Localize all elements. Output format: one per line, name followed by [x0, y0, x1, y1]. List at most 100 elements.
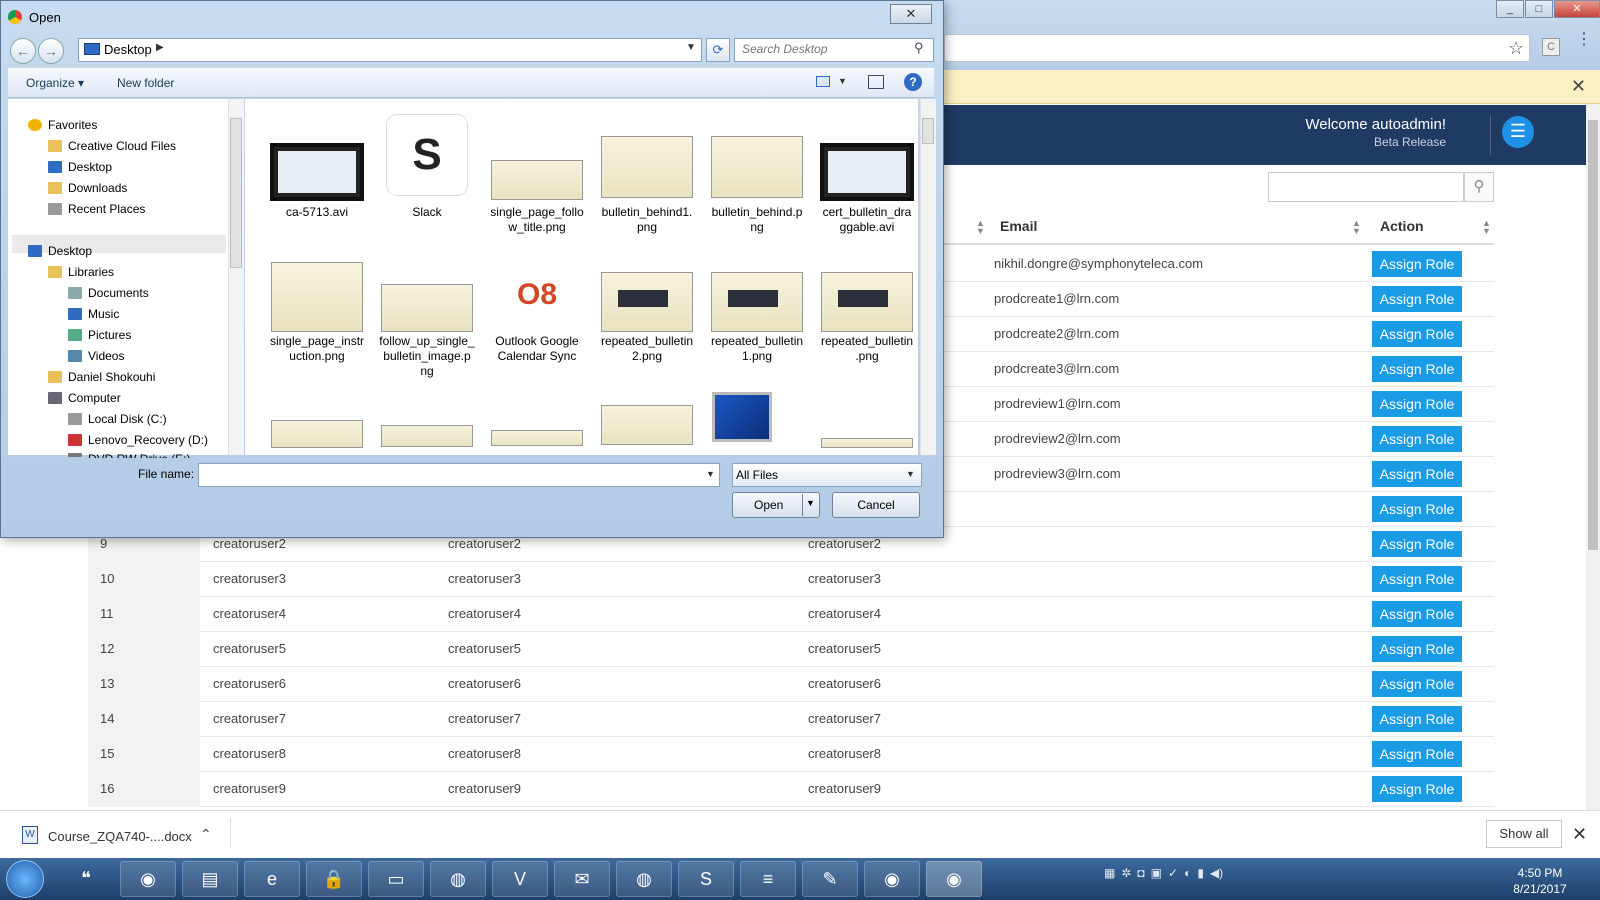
outlook-sync-icon[interactable]: O8	[502, 260, 572, 330]
assign-role-button[interactable]: Assign Role	[1372, 741, 1462, 767]
terminal-icon[interactable]: ▭	[368, 861, 424, 897]
nav-item-videos[interactable]: Videos	[88, 349, 124, 363]
nav-scrollbar-thumb[interactable]	[230, 118, 242, 268]
view-dropdown-icon[interactable]: ▼	[838, 76, 847, 86]
image-thumbnail[interactable]	[711, 272, 803, 332]
hangouts-icon[interactable]: ❝	[60, 861, 112, 897]
computer-icon[interactable]	[712, 392, 772, 442]
image-thumbnail[interactable]	[491, 430, 583, 446]
assign-role-button[interactable]: Assign Role	[1372, 321, 1462, 347]
close-icon[interactable]: ✕	[1572, 824, 1587, 845]
video-thumbnail[interactable]	[270, 143, 364, 201]
back-arrow-icon[interactable]: ←	[10, 38, 36, 64]
show-all-button[interactable]: Show all	[1486, 820, 1562, 848]
change-view-icon[interactable]	[816, 76, 830, 87]
page-scrollbar-thumb[interactable]	[1588, 120, 1598, 550]
assign-role-button[interactable]: Assign Role	[1372, 531, 1462, 557]
assign-role-button[interactable]: Assign Role	[1372, 356, 1462, 382]
new-folder-button[interactable]: New folder	[117, 76, 174, 90]
breadcrumb-desktop[interactable]: Desktop	[104, 42, 152, 57]
chrome-taskbar-icon[interactable]: ◉	[864, 861, 920, 897]
vivaldi-icon[interactable]: V	[492, 861, 548, 897]
chrome-taskbar-icon[interactable]: ◉	[926, 861, 982, 897]
nav-item-favorites[interactable]: Favorites	[48, 118, 97, 132]
image-thumbnail[interactable]	[381, 284, 473, 332]
nav-item-computer[interactable]: Computer	[68, 391, 121, 405]
volume-icon[interactable]: ◀)	[1210, 866, 1223, 890]
bookmark-star-icon[interactable]: ☆	[1508, 38, 1524, 59]
image-thumbnail[interactable]	[821, 272, 913, 332]
hamburger-menu-icon[interactable]: ☰	[1502, 116, 1534, 148]
nav-item-recovery[interactable]: Lenovo_Recovery (D:)	[88, 433, 208, 447]
sort-icon[interactable]: ▲ ▼	[976, 219, 985, 236]
app-icon[interactable]: ≡	[740, 861, 796, 897]
network-icon[interactable]: ▮	[1197, 866, 1204, 890]
sort-icon[interactable]: ▲ ▼	[1352, 219, 1361, 236]
tray-icon[interactable]: ▦	[1104, 866, 1115, 890]
file-item[interactable]: single_page_follo w_title.png	[482, 205, 592, 235]
help-icon[interactable]: ?	[904, 73, 922, 91]
firefox-icon[interactable]: ◍	[616, 861, 672, 897]
image-thumbnail[interactable]	[601, 136, 693, 198]
nav-item-music[interactable]: Music	[88, 307, 119, 321]
start-button[interactable]	[6, 860, 44, 898]
file-item[interactable]: follow_up_single_ bulletin_image.p ng	[372, 334, 482, 379]
nav-item-dvd[interactable]: DVD RW Drive (E:)	[88, 452, 190, 458]
assign-role-button[interactable]: Assign Role	[1372, 251, 1462, 277]
assign-role-button[interactable]: Assign Role	[1372, 286, 1462, 312]
file-type-dropdown-icon[interactable]: ▼	[906, 469, 915, 479]
notepad-icon[interactable]: ✎	[802, 861, 858, 897]
tray-icon[interactable]: ▣	[1151, 866, 1162, 890]
download-file-name[interactable]: Course_ZQA740-....docx	[48, 829, 192, 844]
address-dropdown-icon[interactable]: ▼	[686, 42, 696, 53]
nav-item-documents[interactable]: Documents	[88, 286, 149, 300]
nav-item-downloads[interactable]: Downloads	[68, 181, 127, 195]
assign-role-button[interactable]: Assign Role	[1372, 391, 1462, 417]
forward-arrow-icon[interactable]: →	[38, 38, 64, 64]
file-item[interactable]: repeated_bulletin 2.png	[592, 334, 702, 364]
assign-role-button[interactable]: Assign Role	[1372, 636, 1462, 662]
firefox-icon[interactable]: ◍	[430, 861, 486, 897]
nav-item-user[interactable]: Daniel Shokouhi	[68, 370, 155, 384]
infobar-close-icon[interactable]: ✕	[1571, 76, 1586, 97]
maximize-button[interactable]: □	[1525, 0, 1553, 18]
file-item[interactable]: Outlook Google Calendar Sync	[482, 334, 592, 364]
open-dropdown-icon[interactable]: ▼	[806, 498, 815, 508]
image-thumbnail[interactable]	[711, 136, 803, 198]
filename-input[interactable]	[198, 463, 720, 487]
image-thumbnail[interactable]	[601, 272, 693, 332]
content-scrollbar-thumb[interactable]	[922, 118, 934, 144]
search-icon[interactable]: ⚲	[914, 40, 924, 56]
assign-role-button[interactable]: Assign Role	[1372, 461, 1462, 487]
filename-dropdown-icon[interactable]: ▼	[706, 469, 715, 479]
internet-explorer-icon[interactable]: e	[244, 861, 300, 897]
assign-role-button[interactable]: Assign Role	[1372, 566, 1462, 592]
tray-icon[interactable]: ✲	[1121, 866, 1131, 890]
dialog-address-bar[interactable]	[78, 38, 702, 62]
search-icon[interactable]: ⚲	[1464, 172, 1494, 202]
outlook-icon[interactable]: ✉	[554, 861, 610, 897]
image-thumbnail[interactable]	[271, 420, 363, 448]
tray-icon[interactable]: ◐	[1184, 866, 1191, 890]
column-action[interactable]: Action	[1380, 218, 1424, 234]
extension-icon[interactable]: C	[1542, 38, 1560, 56]
slack-taskbar-icon[interactable]: S	[678, 861, 734, 897]
nav-item-creative-cloud[interactable]: Creative Cloud Files	[68, 139, 176, 153]
close-window-button[interactable]: ✕	[1554, 0, 1600, 18]
tray-icon[interactable]: ◘	[1137, 866, 1144, 890]
assign-role-button[interactable]: Assign Role	[1372, 601, 1462, 627]
nav-item-libraries[interactable]: Libraries	[68, 265, 114, 279]
file-item[interactable]: bulletin_behind1. png	[592, 205, 702, 235]
refresh-icon[interactable]: ⟳	[706, 38, 730, 62]
image-thumbnail[interactable]	[271, 262, 363, 332]
nav-item-recent[interactable]: Recent Places	[68, 202, 145, 216]
image-thumbnail[interactable]	[381, 425, 473, 447]
chevron-up-icon[interactable]: ⌃	[200, 826, 212, 843]
file-item[interactable]: repeated_bulletin .png	[812, 334, 922, 364]
nav-item-local-disk[interactable]: Local Disk (C:)	[88, 412, 167, 426]
assign-role-button[interactable]: Assign Role	[1372, 426, 1462, 452]
sort-icon[interactable]: ▲ ▼	[1482, 219, 1491, 236]
file-item[interactable]: cert_bulletin_dra ggable.avi	[812, 205, 922, 235]
file-item[interactable]: bulletin_behind.p ng	[702, 205, 812, 235]
file-item[interactable]: single_page_instr uction.png	[262, 334, 372, 364]
